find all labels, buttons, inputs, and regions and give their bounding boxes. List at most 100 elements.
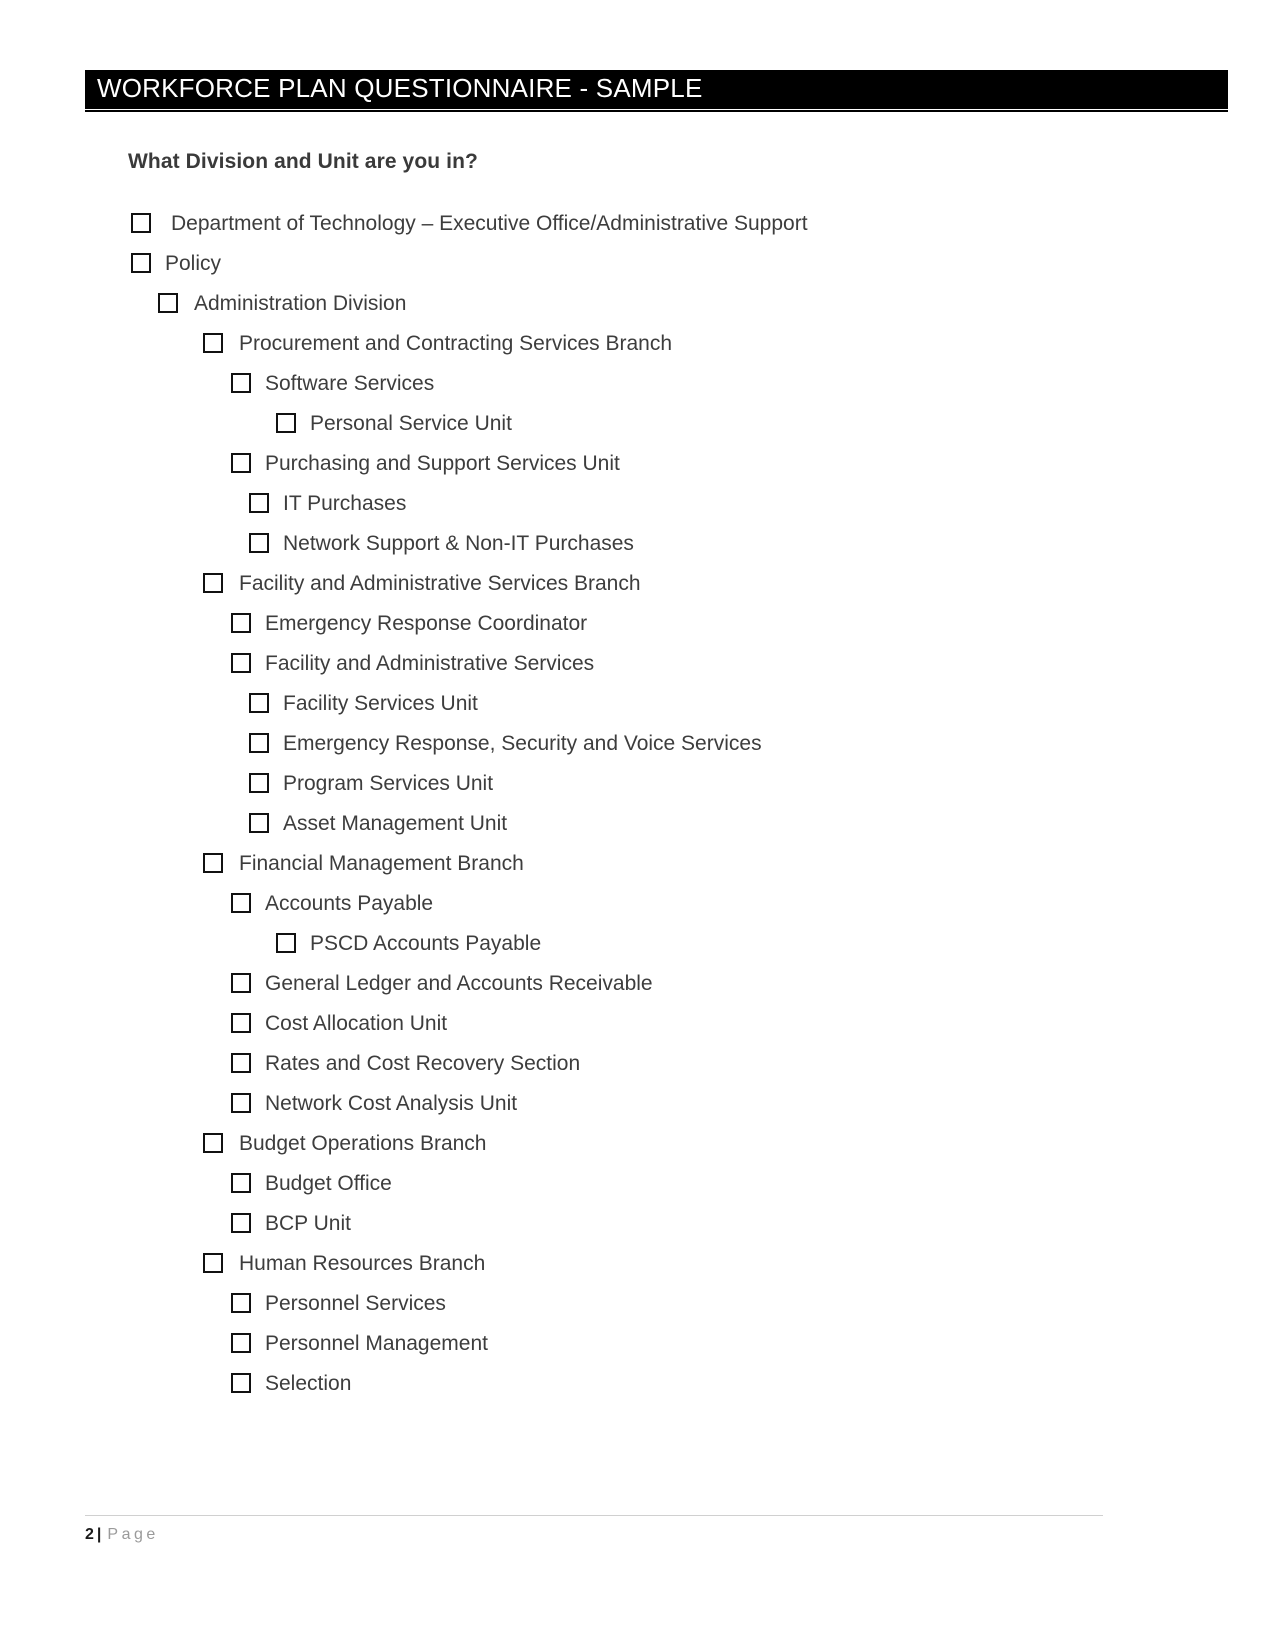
checklist-row[interactable]: Human Resources Branch [0,1243,1275,1283]
checklist-item-label: Accounts Payable [265,891,434,915]
checkbox-icon[interactable] [203,853,223,873]
checklist-item-label: Emergency Response, Security and Voice S… [283,731,762,755]
checklist-row[interactable]: Emergency Response, Security and Voice S… [0,723,1275,763]
footer-page-word: Page [107,1526,159,1543]
checklist-item-label: IT Purchases [283,491,407,515]
checkbox-icon[interactable] [158,293,178,313]
checkbox-icon[interactable] [231,1173,251,1193]
checklist-item-label: Purchasing and Support Services Unit [265,451,620,475]
checkbox-icon[interactable] [231,973,251,993]
checkbox-icon[interactable] [231,893,251,913]
checkbox-icon[interactable] [231,1013,251,1033]
checklist-item-label: Cost Allocation Unit [265,1011,448,1035]
checklist-item-label: Financial Management Branch [239,851,524,875]
checklist-row[interactable]: General Ledger and Accounts Receivable [0,963,1275,1003]
checklist-row[interactable]: Personal Service Unit [0,403,1275,443]
checklist-item-label: PSCD Accounts Payable [310,931,542,955]
checkbox-icon[interactable] [231,453,251,473]
checklist-item-label: General Ledger and Accounts Receivable [265,971,653,995]
checklist-row[interactable]: Procurement and Contracting Services Bra… [0,323,1275,363]
division-unit-checklist: Department of Technology – Executive Off… [0,203,1275,1403]
checklist-item-label: Procurement and Contracting Services Bra… [239,331,673,355]
checklist-row[interactable]: Asset Management Unit [0,803,1275,843]
checklist-row[interactable]: Software Services [0,363,1275,403]
checkbox-icon[interactable] [249,773,269,793]
header-underline-rule [85,110,1228,112]
checklist-row[interactable]: Personnel Management [0,1323,1275,1363]
checklist-item-label: Budget Office [265,1171,392,1195]
footer-page-number: 2 [85,1526,94,1543]
checklist-row[interactable]: IT Purchases [0,483,1275,523]
checklist-item-label: Emergency Response Coordinator [265,611,588,635]
checkbox-icon[interactable] [249,493,269,513]
checkbox-icon[interactable] [231,1333,251,1353]
checklist-row[interactable]: Administration Division [0,283,1275,323]
checkbox-icon[interactable] [276,933,296,953]
checkbox-icon[interactable] [203,573,223,593]
checklist-item-label: Personnel Services [265,1291,446,1315]
document-page: WORKFORCE PLAN QUESTIONNAIRE - SAMPLE Wh… [0,0,1275,1651]
checklist-row[interactable]: Accounts Payable [0,883,1275,923]
checkbox-icon[interactable] [203,333,223,353]
checklist-row[interactable]: Selection [0,1363,1275,1403]
checklist-row[interactable]: Budget Operations Branch [0,1123,1275,1163]
checklist-row[interactable]: Rates and Cost Recovery Section [0,1043,1275,1083]
checklist-row[interactable]: Facility and Administrative Services [0,643,1275,683]
checkbox-icon[interactable] [203,1253,223,1273]
checklist-row[interactable]: Financial Management Branch [0,843,1275,883]
checklist-row[interactable]: PSCD Accounts Payable [0,923,1275,963]
checklist-item-label: Human Resources Branch [239,1251,486,1275]
checklist-row[interactable]: Cost Allocation Unit [0,1003,1275,1043]
checkbox-icon[interactable] [249,733,269,753]
checklist-item-label: Personal Service Unit [310,411,512,435]
checklist-item-label: Facility Services Unit [283,691,478,715]
checkbox-icon[interactable] [131,213,151,233]
checklist-row[interactable]: Budget Office [0,1163,1275,1203]
checklist-item-label: Facility and Administrative Services Bra… [239,571,641,595]
checklist-row[interactable]: Facility and Administrative Services Bra… [0,563,1275,603]
checklist-row[interactable]: Personnel Services [0,1283,1275,1323]
page-footer: 2 | Page [85,1527,159,1543]
checklist-item-label: Network Support & Non-IT Purchases [283,531,634,555]
checklist-item-label: BCP Unit [265,1211,351,1235]
checkbox-icon[interactable] [249,693,269,713]
checklist-row[interactable]: Program Services Unit [0,763,1275,803]
checklist-item-label: Program Services Unit [283,771,494,795]
checklist-item-label: Policy [165,251,222,275]
checkbox-icon[interactable] [231,1213,251,1233]
checkbox-icon[interactable] [131,253,151,273]
header-banner-content: WORKFORCE PLAN QUESTIONNAIRE - SAMPLE [85,70,1228,106]
checkbox-icon[interactable] [231,613,251,633]
checklist-row[interactable]: Network Cost Analysis Unit [0,1083,1275,1123]
checklist-item-label: Budget Operations Branch [239,1131,487,1155]
footer-separator: | [96,1526,102,1543]
checklist-item-label: Asset Management Unit [283,811,508,835]
checkbox-icon[interactable] [231,1053,251,1073]
checklist-row[interactable]: BCP Unit [0,1203,1275,1243]
checkbox-icon[interactable] [231,1293,251,1313]
checklist-row[interactable]: Purchasing and Support Services Unit [0,443,1275,483]
checklist-item-label: Software Services [265,371,435,395]
checkbox-icon[interactable] [231,1093,251,1113]
checklist-item-label: Personnel Management [265,1331,488,1355]
checkbox-icon[interactable] [231,373,251,393]
checkbox-icon[interactable] [249,533,269,553]
checklist-row[interactable]: Emergency Response Coordinator [0,603,1275,643]
checkbox-icon[interactable] [231,1373,251,1393]
checklist-row[interactable]: Facility Services Unit [0,683,1275,723]
document-title: WORKFORCE PLAN QUESTIONNAIRE - SAMPLE [97,73,703,103]
checklist-item-label: Facility and Administrative Services [265,651,595,675]
checklist-item-label: Rates and Cost Recovery Section [265,1051,581,1075]
checklist-row[interactable]: Network Support & Non-IT Purchases [0,523,1275,563]
checklist-row[interactable]: Policy [0,243,1275,283]
checklist-row[interactable]: Department of Technology – Executive Off… [0,203,1275,243]
checkbox-icon[interactable] [231,653,251,673]
checkbox-icon[interactable] [249,813,269,833]
checklist-item-label: Administration Division [194,291,407,315]
question-heading: What Division and Unit are you in? [128,150,478,173]
checkbox-icon[interactable] [276,413,296,433]
checklist-item-label: Department of Technology – Executive Off… [171,211,808,235]
checkbox-icon[interactable] [203,1133,223,1153]
checklist-item-label: Network Cost Analysis Unit [265,1091,518,1115]
footer-divider [85,1515,1103,1516]
